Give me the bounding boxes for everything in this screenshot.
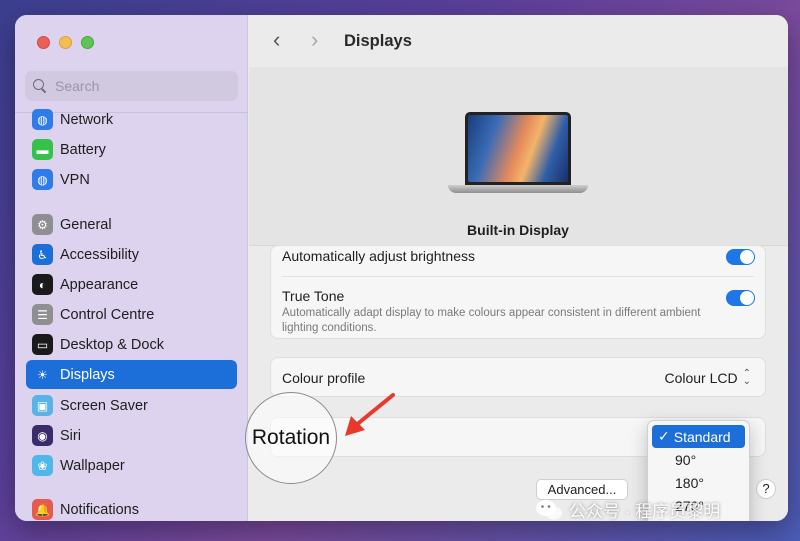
screen-saver-icon: ▣	[32, 395, 53, 416]
true-tone-description: Automatically adapt display to make colo…	[282, 307, 701, 334]
help-button[interactable]: ?	[756, 479, 776, 499]
chevron-updown-icon: ⌃ ⌄	[742, 368, 751, 387]
auto-brightness-label: Automatically adjust brightness	[282, 248, 475, 264]
sidebar-item-label: Screen Saver	[60, 397, 148, 414]
sidebar-item-label: Appearance	[60, 276, 139, 293]
titlebar: ‹ › Displays	[249, 15, 788, 67]
appearance-icon: ◐	[32, 274, 53, 295]
sidebar-item-label: Desktop & Dock	[60, 336, 164, 353]
settings-window: ◍ Network ▬ Battery ◍ VPN ⚙ General ♿ Ac…	[15, 15, 788, 521]
sidebar-item-displays[interactable]: ☀ Displays	[26, 360, 237, 389]
sidebar-item-label: Control Centre	[60, 306, 155, 323]
control-centre-icon: ☰	[32, 304, 53, 325]
rotation-option-standard[interactable]: ✓ Standard	[652, 425, 745, 448]
window-controls	[37, 36, 94, 49]
sidebar-item-battery[interactable]: ▬ Battery	[26, 135, 237, 164]
accessibility-icon: ♿	[32, 244, 53, 265]
laptop-icon[interactable]	[448, 112, 588, 196]
rotation-option-180[interactable]: 180°	[652, 471, 745, 494]
sidebar-item-notifications[interactable]: 🔔 Notifications	[26, 495, 237, 521]
forward-chevron-icon[interactable]: ›	[311, 27, 318, 53]
display-name: Built-in Display	[467, 222, 569, 238]
sidebar-item-appearance[interactable]: ◐ Appearance	[26, 270, 237, 299]
sidebar-item-siri[interactable]: ◉ Siri	[26, 421, 237, 450]
back-chevron-icon[interactable]: ‹	[273, 27, 280, 53]
auto-brightness-toggle[interactable]	[726, 249, 755, 265]
sidebar-item-general[interactable]: ⚙ General	[26, 210, 237, 239]
sidebar-item-vpn[interactable]: ◍ VPN	[26, 165, 237, 194]
sidebar-item-label: General	[60, 216, 112, 233]
sidebar-item-label: Network	[60, 111, 114, 128]
sidebar-item-wallpaper[interactable]: ❀ Wallpaper	[26, 451, 237, 480]
sidebar: ◍ Network ▬ Battery ◍ VPN ⚙ General ♿ Ac…	[15, 15, 248, 521]
search-icon	[33, 79, 47, 93]
bell-icon: 🔔	[32, 499, 53, 520]
battery-icon: ▬	[32, 139, 53, 160]
sidebar-item-label: VPN	[60, 171, 90, 188]
search-input[interactable]	[55, 78, 225, 94]
sidebar-item-label: Displays	[60, 366, 115, 383]
sidebar-item-screen-saver[interactable]: ▣ Screen Saver	[26, 391, 237, 420]
dock-icon: ▭	[32, 334, 53, 355]
annotation-arrow-icon	[345, 393, 395, 436]
sidebar-item-network[interactable]: ◍ Network	[26, 105, 237, 134]
siri-icon: ◉	[32, 425, 53, 446]
sidebar-item-label: Notifications	[60, 501, 139, 518]
colour-profile-select[interactable]: Colour LCD ⌃ ⌄	[664, 368, 751, 387]
rotation-label: Rotation	[251, 426, 331, 449]
minimize-button[interactable]	[59, 36, 72, 49]
search-field[interactable]	[25, 71, 238, 101]
globe-icon: ◍	[32, 169, 53, 190]
true-tone-toggle[interactable]	[726, 290, 755, 306]
zoom-button[interactable]	[81, 36, 94, 49]
brightness-card: Automatically adjust brightness True Ton…	[270, 245, 766, 339]
sidebar-item-label: Battery	[60, 141, 106, 158]
display-preview: Built-in Display	[249, 67, 788, 245]
close-button[interactable]	[37, 36, 50, 49]
flower-icon: ❀	[32, 455, 53, 476]
gear-icon: ⚙	[32, 214, 53, 235]
colour-profile-label: Colour profile	[282, 370, 366, 386]
true-tone-label: True Tone	[282, 288, 345, 304]
watermark-text: 公众号 · 程序员黎明	[569, 502, 721, 521]
sidebar-item-label: Accessibility	[60, 246, 139, 263]
globe-icon: ◍	[32, 109, 53, 130]
row-divider	[282, 276, 754, 277]
sun-icon: ☀	[32, 364, 53, 385]
watermark: 公众号 · 程序员黎明	[535, 497, 720, 522]
page-title: Displays	[344, 32, 412, 50]
wechat-icon	[536, 499, 562, 519]
checkmark-icon: ✓	[658, 428, 670, 444]
rotation-magnifier-callout: Rotation	[245, 392, 337, 484]
sidebar-item-label: Siri	[60, 427, 81, 444]
sidebar-item-control-centre[interactable]: ☰ Control Centre	[26, 300, 237, 329]
sidebar-item-desktop-dock[interactable]: ▭ Desktop & Dock	[26, 330, 237, 359]
colour-profile-value: Colour LCD	[664, 370, 738, 386]
sidebar-item-accessibility[interactable]: ♿ Accessibility	[26, 240, 237, 269]
sidebar-item-label: Wallpaper	[60, 457, 125, 474]
rotation-option-90[interactable]: 90°	[652, 448, 745, 471]
colour-profile-row[interactable]: Colour profile Colour LCD ⌃ ⌄	[270, 357, 766, 397]
